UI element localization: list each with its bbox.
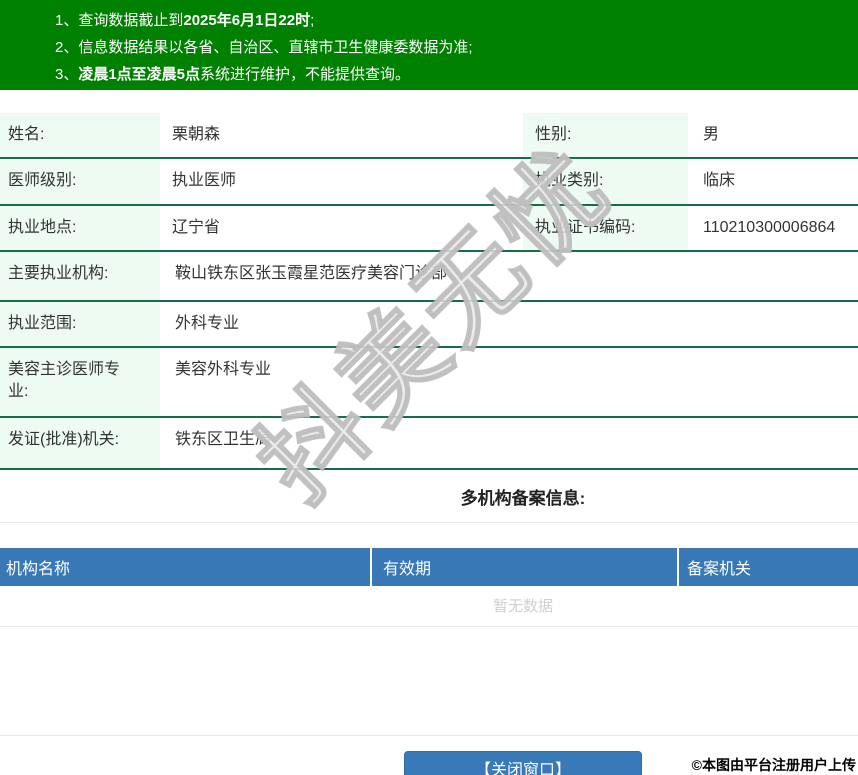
table-row: 主要执业机构: 鞍山铁东区张玉霞星范医疗美容门诊部: [0, 252, 858, 302]
field-label-name: 姓名:: [0, 113, 160, 157]
notice-number: 1、: [55, 12, 79, 29]
field-value-practice-location: 辽宁省: [172, 219, 221, 236]
field-label-practice-scope: 执业范围:: [0, 302, 160, 346]
field-value-doctor-level: 执业医师: [172, 172, 237, 189]
field-value-practice-category: 临床: [703, 172, 736, 189]
field-label-practice-category: 执业类别:: [523, 159, 688, 204]
field-label-main-institution: 主要执业机构:: [0, 252, 160, 300]
field-label-practice-location: 执业地点:: [0, 206, 160, 250]
notice-banner: 1、查询数据截止到2025年6月1日22时; 2、信息数据结果以各省、自治区、直…: [0, 0, 858, 90]
notice-text-bold: 2025年6月1日22时: [183, 12, 311, 29]
table-row: 发证(批准)机关: 铁东区卫生局: [0, 418, 858, 470]
empty-state-text: 暂无数据: [0, 586, 858, 627]
section-title: 多机构备案信息:: [460, 489, 586, 508]
field-label-cosmetic-specialty: 美容主诊医师专业:: [0, 348, 160, 416]
field-label-doctor-level: 医师级别:: [0, 159, 160, 204]
notice-item: 3、凌晨1点至凌晨5点系统进行维护，不能提供查询。: [55, 61, 858, 88]
registration-table-header: 机构名称 有效期 备案机关: [0, 548, 858, 586]
field-label-certificate-number: 执业证书编码:: [523, 206, 688, 250]
table-row: 医师级别: 执业医师 执业类别: 临床: [0, 159, 858, 206]
notice-number: 2、: [55, 39, 79, 56]
field-label-issuing-authority: 发证(批准)机关:: [0, 418, 160, 468]
notice-item: 1、查询数据截止到2025年6月1日22时;: [55, 7, 858, 34]
copyright-note: ©本图由平台注册用户上传: [691, 757, 856, 773]
field-value-gender: 男: [703, 126, 720, 143]
notice-text: 查询数据截止到: [78, 12, 184, 29]
notice-text: 信息数据结果以各省、自治区、直辖市卫生健康委数据为准;: [78, 39, 473, 56]
notice-item: 2、信息数据结果以各省、自治区、直辖市卫生健康委数据为准;: [55, 34, 858, 61]
close-window-button[interactable]: 【关闭窗口】: [404, 751, 642, 775]
table-row: 美容主诊医师专业: 美容外科专业: [0, 348, 858, 418]
notice-text: ;: [310, 12, 315, 29]
notice-text: 系统进行维护，不能提供查询。: [200, 66, 411, 83]
query-result-page: 1、查询数据截止到2025年6月1日22时; 2、信息数据结果以各省、自治区、直…: [0, 0, 858, 775]
field-value-issuing-authority: 铁东区卫生局: [175, 431, 272, 448]
column-header-institution-name: 机构名称: [6, 561, 71, 578]
field-value-main-institution: 鞍山铁东区张玉霞星范医疗美容门诊部: [175, 265, 448, 282]
field-value-cosmetic-specialty: 美容外科专业: [175, 361, 272, 378]
divider: [0, 627, 858, 736]
table-row: 执业范围: 外科专业: [0, 302, 858, 348]
field-value-certificate-number: 110210300006864: [703, 219, 836, 236]
multi-institution-section: 多机构备案信息:: [0, 470, 858, 523]
table-row: 姓名: 栗朝森 性别: 男: [0, 113, 858, 159]
table-row: 执业地点: 辽宁省 执业证书编码: 110210300006864: [0, 206, 858, 252]
doctor-info-table: 姓名: 栗朝森 性别: 男 医师级别: 执业医师 执业类别: 临床 执业地点: …: [0, 113, 858, 470]
field-value-name: 栗朝森: [172, 126, 221, 143]
notice-text-bold: 凌晨1点至凌晨5点: [78, 66, 201, 83]
field-value-practice-scope: 外科专业: [175, 315, 240, 332]
column-header-filing-authority: 备案机关: [677, 548, 858, 586]
notice-number: 3、: [55, 66, 79, 83]
field-label-gender: 性别:: [523, 113, 688, 157]
column-header-validity-period: 有效期: [370, 548, 677, 586]
